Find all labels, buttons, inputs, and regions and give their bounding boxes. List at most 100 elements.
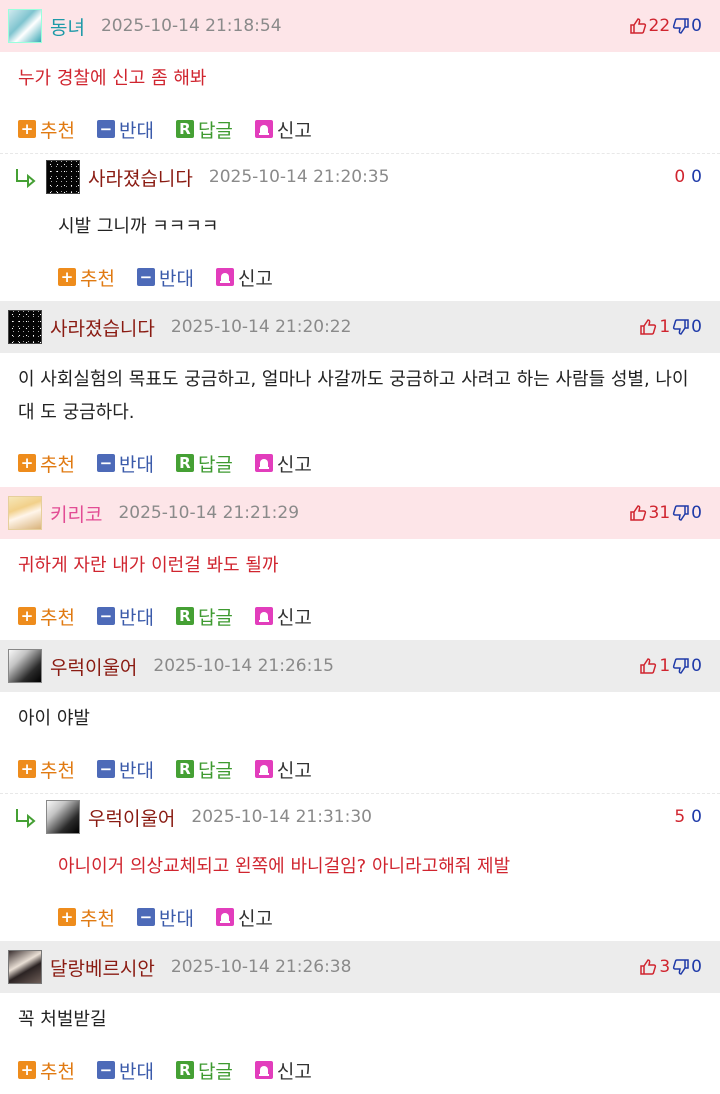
timestamp: 2025-10-14 21:18:54 [100,16,282,36]
timestamp: 2025-10-14 21:20:22 [170,317,352,337]
reply-arrow-icon [14,166,38,189]
report-label: 신고 [237,267,273,290]
report-button[interactable]: 신고 [215,264,273,291]
recommend-button[interactable]: + 추천 [58,264,115,291]
recommend-label: 추천 [40,1060,75,1083]
report-button[interactable]: 신고 [254,756,312,783]
thumbs-down-icon[interactable] [672,504,690,522]
avatar[interactable] [8,310,42,344]
comment-header: 키리코 2025-10-14 21:21:29 31 0 [0,487,720,539]
author-name[interactable]: 사라졌습니다 [88,164,193,191]
comment-text: 아이 야발 [18,708,90,729]
oppose-label: 반대 [118,1060,154,1083]
recommend-button[interactable]: + 추천 [18,116,75,143]
upvote-count: 0 [674,167,686,187]
recommend-label: 추천 [40,453,75,476]
author-name[interactable]: 키리코 [50,500,102,527]
thumbs-up-icon[interactable] [629,17,647,35]
vote-counts: 0 0 [672,167,702,187]
minus-icon: − [136,908,155,926]
thumbs-up-icon[interactable] [639,657,657,675]
thumbs-up-icon[interactable] [639,318,657,336]
timestamp: 2025-10-14 21:20:35 [208,167,390,187]
recommend-label: 추천 [40,606,75,629]
recommend-button[interactable]: + 추천 [18,450,75,477]
thumbs-down-icon[interactable] [672,958,690,976]
author-name[interactable]: 사라졌습니다 [50,314,155,341]
comment: 우럭이울어 2025-10-14 21:26:15 1 0 아이 야발 + 추천 … [0,640,720,793]
reply-r-icon: R [175,454,194,472]
avatar[interactable] [46,160,80,194]
report-label: 신고 [276,606,312,629]
comment: 달랑베르시안 2025-10-14 21:26:38 3 0 꼭 처벌받길 + 추… [0,941,720,1094]
oppose-button[interactable]: − 반대 [136,904,194,931]
reply-button[interactable]: R 답글 [175,1057,233,1084]
comment-actions: + 추천 − 반대 신고 [0,893,720,941]
vote-counts: 1 0 [639,656,702,676]
report-label: 신고 [237,907,273,930]
recommend-button[interactable]: + 추천 [58,904,115,931]
report-label: 신고 [276,119,312,142]
siren-icon [215,908,234,926]
oppose-button[interactable]: − 반대 [96,603,154,630]
thumbs-up-icon[interactable] [639,958,657,976]
siren-icon [254,454,273,472]
reply-button[interactable]: R 답글 [175,756,233,783]
author-name[interactable]: 동녀 [50,13,85,40]
avatar[interactable] [8,649,42,683]
reply-r-icon: R [175,120,194,138]
oppose-button[interactable]: − 반대 [96,450,154,477]
reply-label: 답글 [197,453,233,476]
oppose-button[interactable]: − 반대 [136,264,194,291]
comment-text: 꼭 처벌받길 [18,1009,107,1030]
report-button[interactable]: 신고 [254,1057,312,1084]
comment: 동녀 2025-10-14 21:18:54 22 0 누가 경찰에 신고 좀 … [0,0,720,153]
upvote-count: 1 [659,317,671,337]
recommend-button[interactable]: + 추천 [18,1057,75,1084]
reply-comment: 우럭이울어 2025-10-14 21:31:30 5 0 아니이거 의상교체되… [0,793,720,941]
avatar[interactable] [8,950,42,984]
oppose-button[interactable]: − 반대 [96,756,154,783]
author-name[interactable]: 달랑베르시안 [50,954,155,981]
oppose-label: 반대 [158,267,194,290]
reply-button[interactable]: R 답글 [175,603,233,630]
reply-button[interactable]: R 답글 [175,116,233,143]
author-name[interactable]: 우럭이울어 [50,653,137,680]
reply-comment: 사라졌습니다 2025-10-14 21:20:35 0 0 시발 그니까 ㅋㅋ… [0,153,720,301]
downvote-count: 0 [691,503,702,523]
downvote-count: 0 [691,957,702,977]
minus-icon: − [136,268,155,286]
avatar[interactable] [8,496,42,530]
thumbs-down-icon[interactable] [672,657,690,675]
minus-icon: − [96,1061,115,1079]
comment-actions: + 추천 − 반대 R 답글 신고 [0,745,720,793]
plus-icon: + [18,454,36,472]
thumbs-down-icon[interactable] [672,318,690,336]
vote-counts: 5 0 [672,807,702,827]
reply-label: 답글 [197,1060,233,1083]
oppose-label: 반대 [118,453,154,476]
upvote-count: 3 [659,957,671,977]
oppose-button[interactable]: − 반대 [96,1057,154,1084]
report-button[interactable]: 신고 [215,904,273,931]
author-name[interactable]: 우럭이울어 [88,804,175,831]
report-button[interactable]: 신고 [254,450,312,477]
avatar[interactable] [8,9,42,43]
plus-icon: + [58,268,76,286]
comment: 사라졌습니다 2025-10-14 21:20:22 1 0 이 사회실험의 목… [0,301,720,487]
reply-button[interactable]: R 답글 [175,450,233,477]
thumbs-down-icon[interactable] [672,17,690,35]
plus-icon: + [18,760,36,778]
oppose-button[interactable]: − 반대 [96,116,154,143]
avatar[interactable] [46,800,80,834]
vote-counts: 22 0 [629,16,702,36]
minus-icon: − [96,607,115,625]
report-button[interactable]: 신고 [254,603,312,630]
thumbs-up-icon[interactable] [629,504,647,522]
report-button[interactable]: 신고 [254,116,312,143]
recommend-button[interactable]: + 추천 [18,603,75,630]
comment-actions: + 추천 − 반대 R 답글 신고 [0,105,720,153]
reply-arrow-icon [14,806,38,829]
upvote-count: 22 [648,16,671,36]
recommend-button[interactable]: + 추천 [18,756,75,783]
